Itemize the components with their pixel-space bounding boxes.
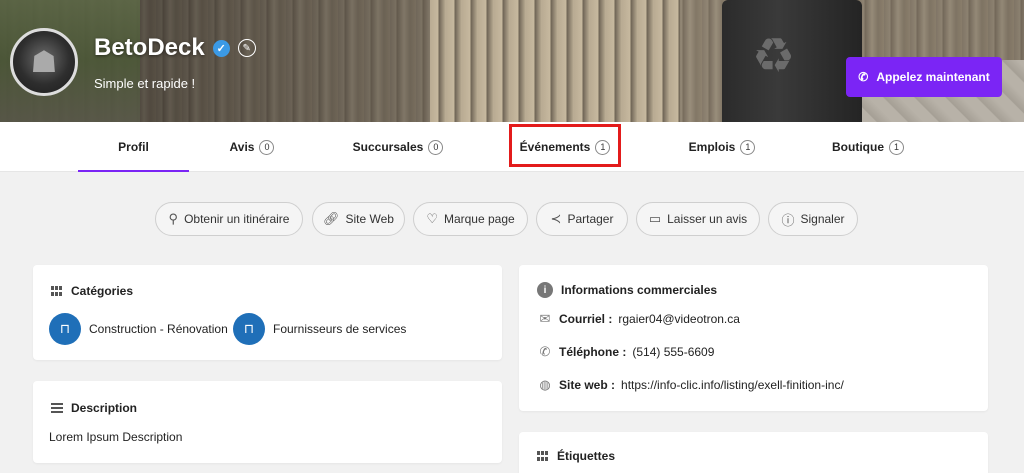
heart-icon: ♡ (426, 211, 438, 226)
globe-icon: ◍ (539, 377, 551, 392)
info-icon: i (537, 282, 553, 298)
envelope-icon: ✉ (539, 311, 551, 326)
tab-count-badge: 1 (595, 139, 611, 155)
text-lines-icon (51, 403, 63, 413)
bookmark-button[interactable]: ♡ Marque page (413, 202, 528, 236)
business-info-card: i Informations commerciales ✉ Courriel :… (519, 265, 988, 411)
email-label: Courriel : (559, 312, 613, 326)
tab-label: Profil (118, 140, 149, 154)
description-card: Description Lorem Ipsum Description (33, 381, 502, 463)
tab-count-badge: 0 (259, 139, 275, 155)
phone-value[interactable]: (514) 555-6609 (632, 345, 714, 359)
action-bar: ⚲ Obtenir un itinéraire 🔗︎ Site Web ♡ Ma… (0, 202, 1024, 236)
website-row: ◍ Site web : https://info-clic.info/list… (537, 377, 844, 393)
tab-label: Événements (519, 140, 591, 154)
categories-header: Catégories (51, 284, 133, 298)
call-now-label: Appelez maintenant (876, 70, 990, 84)
grid-icon (51, 286, 63, 296)
warning-icon: ⓘ (781, 212, 795, 228)
share-label: Partager (567, 212, 614, 226)
recycle-icon: ♻ (752, 30, 796, 83)
phone-icon: ✆ (858, 70, 869, 84)
tab-label: Boutique (832, 140, 884, 154)
email-value[interactable]: rgaier04@videotron.ca (618, 312, 740, 326)
share-button[interactable]: ≺ Partager (536, 202, 628, 236)
edit-icon[interactable]: ✎ (237, 39, 256, 57)
category-label: Fournisseurs de services (273, 322, 407, 336)
website-value[interactable]: https://info-clic.info/listing/exell-fin… (621, 378, 844, 392)
page-title: BetoDeck (94, 34, 205, 61)
description-text: Lorem Ipsum Description (49, 430, 183, 444)
tab-avis[interactable]: Avis 0 (210, 122, 294, 172)
tagline: Simple et rapide ! (94, 76, 196, 91)
title-row: BetoDeck ✓ ✎ (94, 34, 256, 62)
business-info-header: i Informations commerciales (537, 282, 717, 298)
tab-count-badge: 1 (740, 139, 756, 155)
categories-title: Catégories (71, 284, 134, 298)
tags-header: Étiquettes (537, 449, 615, 463)
report-button[interactable]: ⓘ Signaler (768, 202, 858, 236)
tab-label: Succursales (352, 140, 424, 154)
categories-card: Catégories ⊓ Construction - Rénovation ⊓… (33, 265, 502, 360)
tab-bar: Profil Avis 0 Succursales 0 Événements 1… (0, 122, 1024, 172)
tags-title: Étiquettes (557, 449, 616, 463)
link-icon: 🔗︎ (323, 211, 340, 226)
phone-label: Téléphone : (559, 345, 627, 359)
tab-evenements[interactable]: Événements 1 (511, 122, 619, 172)
tab-profil[interactable]: Profil (78, 122, 189, 172)
review-button[interactable]: ▭ Laisser un avis (636, 202, 760, 236)
grid-icon (537, 451, 549, 461)
category-item[interactable]: ⊓ Fournisseurs de services (233, 313, 406, 345)
directions-label: Obtenir un itinéraire (184, 212, 290, 226)
tab-boutique[interactable]: Boutique 1 (818, 122, 918, 172)
banner-bin: ♻ (722, 0, 862, 122)
tab-label: Avis (229, 140, 255, 154)
tab-label: Emplois (688, 140, 736, 154)
website-label: Site Web (345, 212, 394, 226)
email-row: ✉ Courriel : rgaier04@videotron.ca (537, 311, 740, 327)
avatar: ☗ (10, 28, 78, 96)
website-label: Site web : (559, 378, 616, 392)
bookmark-icon: ⊓ (233, 313, 265, 345)
category-item[interactable]: ⊓ Construction - Rénovation (49, 313, 228, 345)
call-now-button[interactable]: ✆ Appelez maintenant (846, 57, 1002, 97)
bookmark-label: Marque page (443, 212, 515, 226)
verified-icon: ✓ (212, 39, 230, 57)
directions-button[interactable]: ⚲ Obtenir un itinéraire (155, 202, 303, 236)
tab-count-badge: 1 (889, 139, 904, 155)
tab-succursales[interactable]: Succursales 0 (340, 122, 456, 172)
share-icon: ≺ (550, 211, 562, 226)
description-title: Description (71, 401, 138, 415)
description-header: Description (51, 401, 137, 415)
banner-fence (430, 0, 680, 122)
tab-emplois[interactable]: Emplois 1 (672, 122, 772, 172)
tab-count-badge: 0 (428, 139, 444, 155)
tags-card: Étiquettes (519, 432, 988, 473)
phone-row: ✆ Téléphone : (514) 555-6609 (537, 344, 715, 360)
business-info-title: Informations commerciales (561, 283, 718, 297)
comment-icon: ▭ (648, 211, 662, 226)
category-label: Construction - Rénovation (89, 322, 228, 336)
map-pin-icon: ⚲ (168, 211, 179, 226)
review-label: Laisser un avis (667, 212, 748, 226)
bookmark-icon: ⊓ (49, 313, 81, 345)
report-label: Signaler (800, 212, 845, 226)
phone-icon: ✆ (539, 344, 551, 359)
website-button[interactable]: 🔗︎ Site Web (312, 202, 405, 236)
